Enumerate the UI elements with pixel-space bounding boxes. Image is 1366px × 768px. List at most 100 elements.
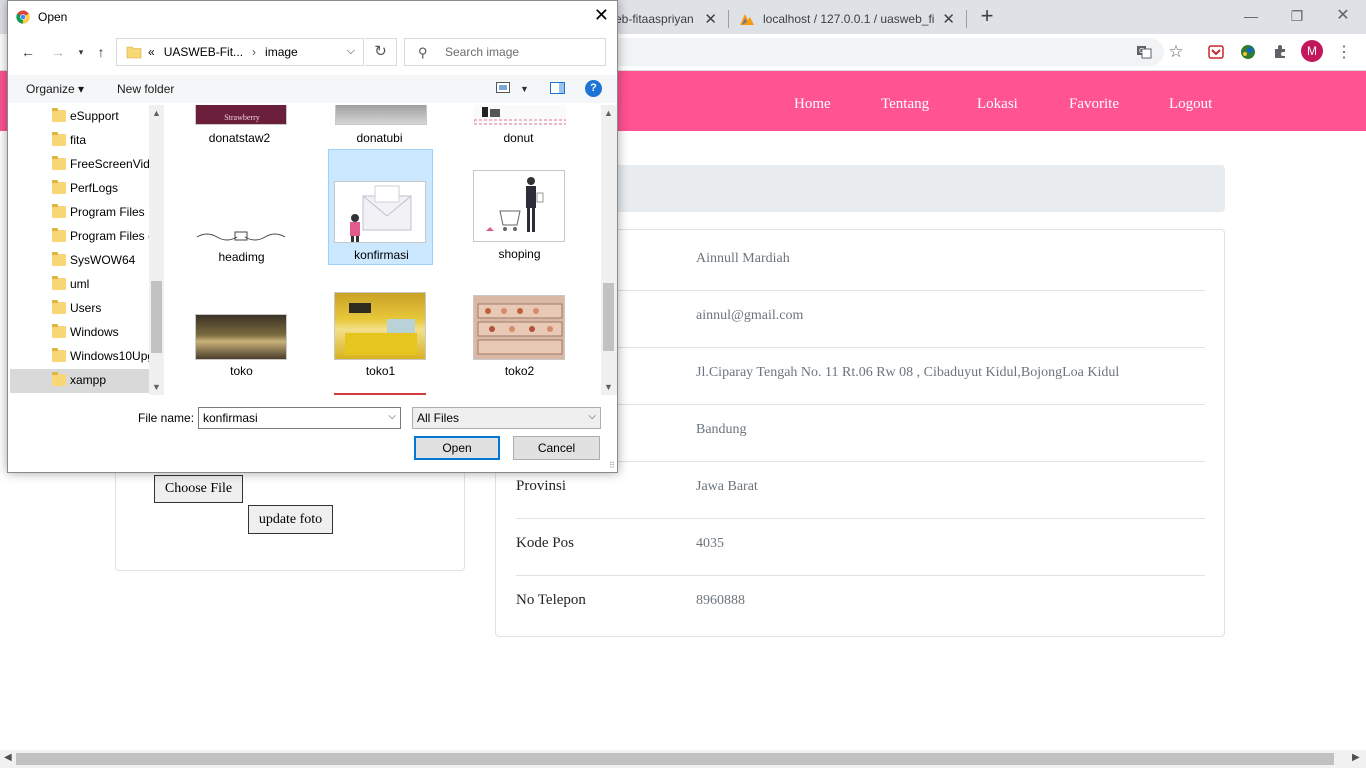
nav-pane-scrollbar[interactable]: ▲ ▼ [149, 105, 164, 395]
profile-row-province: Provinsi Jawa Barat [516, 462, 1205, 519]
browser-tab[interactable]: eb-fitaaspriyan ✕ [605, 4, 727, 34]
file-item-headimg[interactable]: headimg [189, 149, 294, 265]
search-icon: ⚲ [418, 45, 428, 60]
scroll-down-icon[interactable]: ▼ [604, 382, 613, 392]
nav-link-favorite[interactable]: Favorite [1069, 96, 1119, 113]
folder-icon [52, 252, 66, 266]
nav-folder-users[interactable]: Users [10, 297, 149, 321]
nav-folder-perflogs[interactable]: PerfLogs [10, 177, 149, 201]
view-options-chevron-icon[interactable]: ▼ [520, 84, 529, 94]
file-item-toko1[interactable]: toko1 [328, 266, 433, 382]
nav-link-home[interactable]: Home [794, 96, 831, 113]
restore-icon[interactable]: ❐ [1274, 4, 1320, 28]
file-name-label: donatubi [356, 131, 403, 145]
nav-folder-freescreenvideo[interactable]: FreeScreenVide [10, 153, 149, 177]
nav-folder-syswow64[interactable]: SysWOW64 [10, 249, 149, 273]
file-name-label: donatstaw2 [208, 131, 271, 145]
file-item-donut[interactable]: donut [464, 105, 569, 145]
browser-menu-icon[interactable]: ⋮ [1334, 42, 1354, 62]
up-arrow-icon[interactable]: ↑ [92, 43, 110, 61]
scrollbar-thumb[interactable] [603, 283, 614, 351]
dialog-address-bar[interactable]: « UASWEB-Fit... › image ⌵ [116, 38, 364, 66]
profile-row-postal-code: Kode Pos 4035 [516, 519, 1205, 576]
window-close-icon[interactable]: ✕ [1320, 4, 1366, 28]
nav-folder-windows[interactable]: Windows [10, 321, 149, 345]
folder-icon [52, 108, 66, 122]
phpmyadmin-icon [740, 14, 754, 25]
breadcrumb-segment[interactable]: UASWEB-Fit... [164, 45, 243, 59]
folder-icon [52, 228, 66, 242]
scroll-up-icon[interactable]: ▲ [152, 108, 161, 118]
file-type-dropdown-icon[interactable]: ⌵ [588, 411, 596, 422]
resize-grip-icon[interactable]: ⠿ [609, 461, 615, 470]
nav-link-logout[interactable]: Logout [1169, 96, 1212, 113]
choose-file-button[interactable]: Choose File [154, 475, 243, 503]
address-dropdown-icon[interactable]: ⌵ [347, 45, 355, 58]
file-thumbnail: Strawberry [195, 105, 287, 125]
file-item-donatubi[interactable]: donatubi [324, 105, 429, 145]
minimize-icon[interactable]: — [1228, 4, 1274, 28]
nav-folder-label: Users [70, 301, 102, 315]
scrollbar-thumb[interactable] [16, 753, 1334, 765]
file-item-konfirmasi[interactable]: konfirmasi [328, 149, 433, 265]
help-icon[interactable]: ? [585, 80, 602, 97]
dialog-close-icon[interactable]: ✕ [594, 5, 609, 26]
scroll-right-icon[interactable]: ▶ [1352, 752, 1360, 763]
file-thumbnail [334, 181, 426, 243]
recent-locations-chevron-icon[interactable]: ▾ [72, 43, 90, 61]
folder-icon [52, 156, 66, 170]
file-item-toko2[interactable]: toko2 [467, 266, 572, 382]
pocket-extension-icon[interactable] [1206, 42, 1226, 62]
nav-folder-program-files[interactable]: Program Files [10, 201, 149, 225]
profile-row-value: Jawa Barat [696, 479, 758, 494]
scroll-down-icon[interactable]: ▼ [152, 382, 161, 392]
scroll-up-icon[interactable]: ▲ [604, 108, 613, 118]
browser-tab[interactable]: localhost / 127.0.0.1 / uasweb_fit ✕ [729, 4, 965, 34]
forward-arrow-icon[interactable]: → [49, 43, 67, 61]
globe-extension-icon[interactable] [1238, 42, 1258, 62]
back-arrow-icon[interactable]: ← [19, 43, 37, 61]
file-item-donatstaw2[interactable]: Strawberry donatstaw2 [184, 105, 289, 145]
nav-folder-fita[interactable]: fita [10, 129, 149, 153]
change-view-icon[interactable] [496, 82, 510, 96]
bookmark-star-icon[interactable]: ☆ [1166, 42, 1186, 62]
scroll-left-icon[interactable]: ◀ [4, 752, 12, 763]
file-name-label: toko [230, 364, 253, 378]
new-tab-icon[interactable]: + [976, 5, 998, 27]
breadcrumb-overflow[interactable]: « [148, 45, 155, 59]
file-grid-scrollbar[interactable]: ▲ ▼ [601, 105, 617, 395]
nav-link-tentang[interactable]: Tentang [881, 96, 929, 113]
nav-folder-xampp[interactable]: xampp [10, 369, 149, 393]
file-type-select[interactable]: All Files ⌵ [412, 407, 601, 429]
new-folder-button[interactable]: New folder [117, 82, 174, 96]
nav-folder-uml[interactable]: uml [10, 273, 149, 297]
preview-pane-icon[interactable] [550, 82, 565, 97]
dialog-search-input[interactable]: ⚲ Search image [404, 38, 606, 66]
open-button[interactable]: Open [414, 436, 500, 460]
extensions-puzzle-icon[interactable] [1270, 42, 1290, 62]
nav-link-lokasi[interactable]: Lokasi [977, 96, 1018, 113]
refresh-icon[interactable]: ↻ [365, 38, 397, 66]
file-type-value: All Files [417, 411, 460, 425]
file-item-toko[interactable]: toko [189, 266, 294, 382]
address-bar[interactable] [560, 38, 1164, 66]
nav-folder-esupport[interactable]: eSupport [10, 105, 149, 129]
close-tab-icon[interactable]: ✕ [704, 10, 717, 28]
page-horizontal-scrollbar[interactable]: ◀ ▶ [0, 750, 1366, 768]
file-item-shoping[interactable]: shoping [467, 149, 572, 265]
profile-avatar[interactable]: M [1301, 40, 1323, 62]
file-name-input[interactable]: konfirmasi ⌵ [198, 407, 401, 429]
close-tab-icon[interactable]: ✕ [942, 10, 955, 28]
breadcrumb-segment[interactable]: image [265, 45, 298, 59]
organize-menu-button[interactable]: Organize ▾ [26, 82, 84, 96]
nav-folder-label: uml [70, 277, 90, 291]
update-photo-button[interactable]: update foto [248, 505, 333, 534]
nav-folder-windows10upgrade[interactable]: Windows10Upg [10, 345, 149, 369]
file-name-dropdown-icon[interactable]: ⌵ [388, 411, 396, 422]
profile-row-label: Provinsi [516, 478, 567, 494]
scrollbar-thumb[interactable] [151, 281, 162, 353]
nav-folder-program-files-x86[interactable]: Program Files ( [10, 225, 149, 249]
translate-icon[interactable]: G [1134, 42, 1154, 62]
cancel-button[interactable]: Cancel [513, 436, 600, 460]
file-grid: Strawberry donatstaw2 donatubi donut hea… [164, 105, 601, 395]
